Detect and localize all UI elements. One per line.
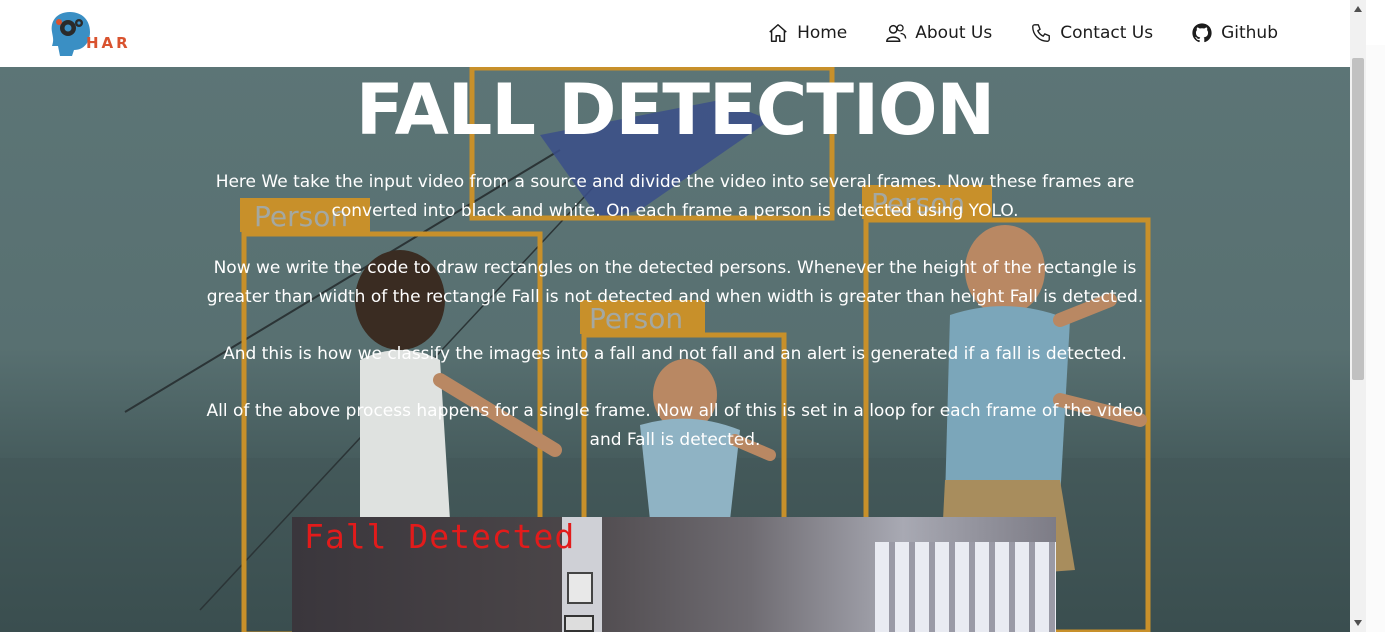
nav-github[interactable]: Github <box>1191 18 1278 48</box>
nav-about-us-label: About Us <box>915 23 993 43</box>
fall-detected-overlay: Fall Detected <box>304 517 576 556</box>
hero-section: FALL DETECTION Here We take the input vi… <box>0 67 1350 455</box>
logo-text: HAR <box>86 34 131 52</box>
home-icon <box>769 24 787 42</box>
nav-contact-us-label: Contact Us <box>1060 23 1154 43</box>
github-icon <box>1192 23 1212 43</box>
fall-detection-video[interactable]: Fall Detected <box>292 517 1056 632</box>
nav-about-us[interactable]: About Us <box>885 18 992 48</box>
scrollbar-thumb[interactable] <box>1352 58 1364 380</box>
main-nav: Home About Us Contact Us Github <box>767 18 1278 48</box>
site-header: HAR Home About Us Contact Us Github <box>0 0 1350 67</box>
description-paragraph-1: Here We take the input video from a sour… <box>215 172 1135 221</box>
video-wall-sign <box>564 615 594 632</box>
scroll-up-arrow-icon[interactable] <box>1350 0 1385 18</box>
scroll-down-arrow-icon[interactable] <box>1350 614 1385 632</box>
page-title: FALL DETECTION <box>355 69 995 151</box>
phone-icon <box>1032 24 1051 42</box>
video-wall-picture <box>567 572 593 604</box>
nav-home[interactable]: Home <box>767 18 847 48</box>
site-logo[interactable]: HAR <box>48 10 138 58</box>
description-paragraph-4: All of the above process happens for a s… <box>206 401 1144 450</box>
nav-github-label: Github <box>1221 23 1278 43</box>
users-icon <box>886 24 907 42</box>
scrollbar-gutter-lower <box>1366 45 1385 632</box>
nav-contact-us[interactable]: Contact Us <box>1030 18 1153 48</box>
nav-home-label: Home <box>797 23 848 43</box>
description-paragraph-3: And this is how we classify the images i… <box>223 344 1127 364</box>
description-paragraph-2: Now we write the code to draw rectangles… <box>206 258 1144 307</box>
video-windows <box>875 542 1056 632</box>
